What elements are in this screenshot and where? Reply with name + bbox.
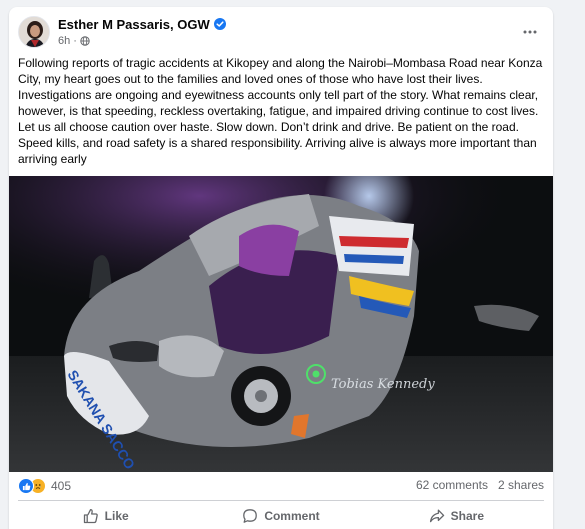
post-stats: 405 62 comments 2 shares [18,478,544,494]
post-meta: 6h · [58,35,90,47]
like-icon [18,478,34,494]
post-photo[interactable]: SAKANA SACCO Tobias Kennedy [9,176,553,472]
comments-count-link[interactable]: 62 comments [416,478,488,492]
post-timestamp[interactable]: 6h [58,35,70,47]
like-button-label: Like [104,509,129,523]
author-name[interactable]: Esther M Passaris, OGW [58,16,226,32]
share-button[interactable]: Share [369,505,544,527]
post-actions: Like Comment Share [18,505,544,527]
crash-photo-image: SAKANA SACCO Tobias Kennedy [9,176,553,472]
like-button[interactable]: Like [18,505,193,527]
avatar[interactable] [18,16,50,48]
reactions-summary[interactable]: 405 [18,478,71,494]
post-card: Esther M Passaris, OGW 6h · Following re… [9,7,553,529]
engagement-counts: 62 comments 2 shares [416,478,544,492]
globe-icon[interactable] [80,36,90,46]
comment-bubble-icon [243,509,258,523]
verified-badge-icon [213,18,226,30]
thumbs-up-icon [83,508,98,524]
post-text: Following reports of tragic accidents at… [18,56,543,166]
avatar-image [19,17,49,47]
share-button-label: Share [450,509,484,523]
more-options-button[interactable] [518,22,542,42]
meta-separator: · [73,35,77,47]
share-arrow-icon [429,509,444,523]
actions-divider [18,500,544,501]
comment-button[interactable]: Comment [193,505,368,527]
shares-count-link[interactable]: 2 shares [498,478,544,492]
post-header: Esther M Passaris, OGW 6h · [18,16,546,50]
reaction-count: 405 [51,479,72,493]
watermark-text: Tobias Kennedy [331,377,435,392]
comment-button-label: Comment [264,509,320,523]
author-name-text[interactable]: Esther M Passaris, OGW [58,17,210,32]
more-dots-icon [523,30,537,34]
